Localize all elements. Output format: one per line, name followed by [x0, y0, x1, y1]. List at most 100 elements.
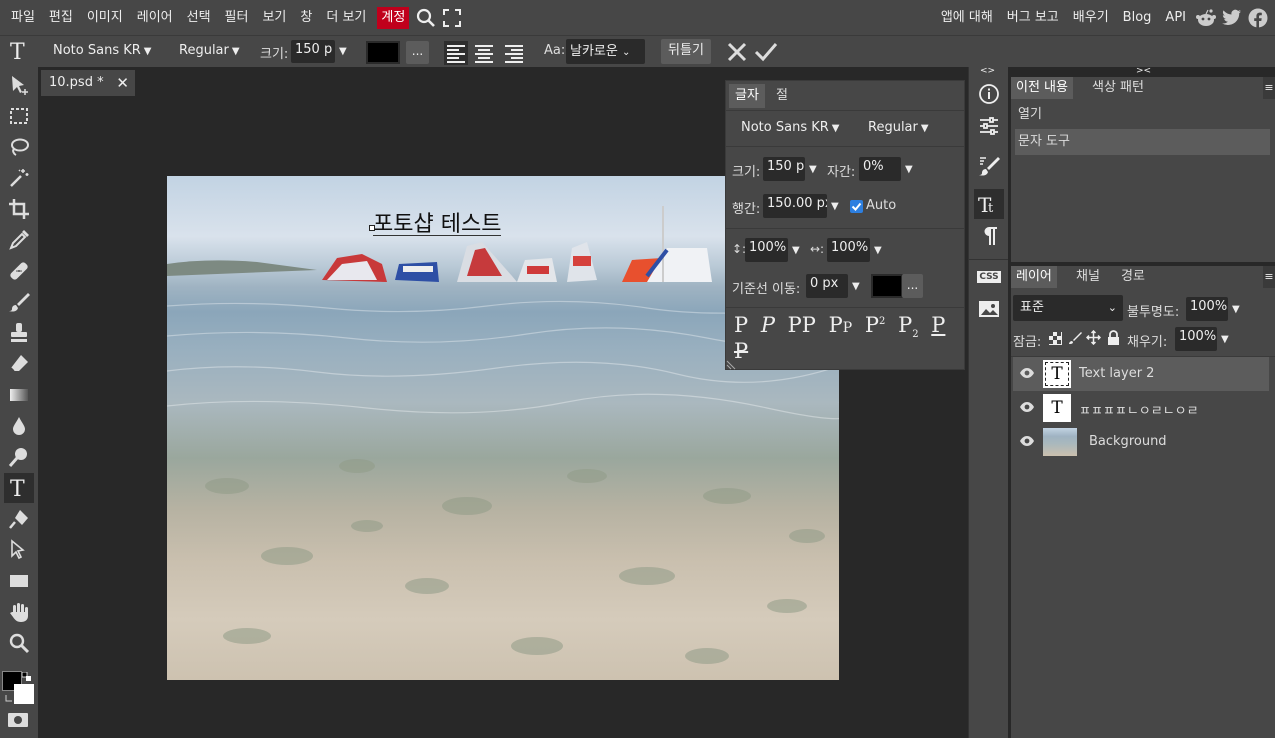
char-size-dropdown[interactable]: ▼ [806, 161, 817, 176]
menu-layer[interactable]: 레이어 [130, 7, 180, 29]
history-item[interactable]: 열기 [1015, 102, 1270, 128]
menu-window[interactable]: 창 [293, 7, 319, 29]
clone-stamp-icon[interactable] [4, 318, 34, 348]
baseline-shift-input[interactable]: 0 px [806, 274, 848, 298]
facebook-icon[interactable] [1245, 5, 1271, 31]
align-left-icon[interactable] [444, 41, 468, 65]
lasso-tool-icon[interactable] [4, 132, 34, 162]
visibility-eye-icon[interactable] [1019, 367, 1035, 383]
tab-character[interactable]: 글자 [729, 84, 765, 108]
menu-edit[interactable]: 편집 [42, 7, 80, 29]
brush-tool-icon[interactable] [4, 287, 34, 317]
warp-button[interactable]: 뒤틀기 [661, 39, 711, 64]
menu-file[interactable]: 파일 [4, 7, 42, 29]
history-menu-icon[interactable]: ≡ [1263, 77, 1275, 99]
options-more-button[interactable]: ... [406, 41, 429, 64]
document-tab[interactable]: 10.psd * ✕ [41, 70, 135, 96]
tab-swatches[interactable]: 색상 패턴 [1087, 77, 1149, 99]
blend-mode-select[interactable]: 표준 ⌄ [1013, 295, 1123, 321]
menu-filter[interactable]: 필터 [218, 7, 256, 29]
text-color-swatch[interactable] [366, 41, 400, 64]
menu-view[interactable]: 보기 [255, 7, 293, 29]
char-more-button[interactable]: ... [902, 274, 923, 298]
menu-learn[interactable]: 배우기 [1066, 7, 1116, 29]
tab-paths[interactable]: 경로 [1116, 266, 1150, 288]
vertical-scale-dropdown[interactable]: ▼ [789, 242, 800, 257]
fullscreen-icon[interactable] [439, 5, 465, 31]
menu-more[interactable]: 더 보기 [319, 7, 373, 29]
canvas-text-layer[interactable]: 포토샵 테스트 [373, 206, 502, 237]
info-icon[interactable] [974, 79, 1004, 109]
history-item-active[interactable]: 문자 도구 [1015, 129, 1270, 155]
layers-menu-icon[interactable]: ≡ [1263, 266, 1275, 288]
leading-input[interactable]: 150.00 px [763, 194, 827, 218]
healing-brush-icon[interactable] [4, 256, 34, 286]
font-size-input[interactable]: 150 p [291, 40, 335, 63]
resize-grip-icon[interactable] [726, 359, 736, 374]
expand-panels-icon[interactable]: >< [1136, 66, 1151, 76]
char-color-swatch[interactable] [871, 274, 903, 298]
marquee-tool-icon[interactable] [4, 101, 34, 131]
reset-colors-icon[interactable] [5, 691, 13, 706]
crop-tool-icon[interactable] [4, 194, 34, 224]
type-tool-button[interactable]: T [4, 473, 34, 503]
pen-tool-icon[interactable] [4, 504, 34, 534]
tracking-dropdown[interactable]: ▼ [902, 161, 913, 176]
tab-channels[interactable]: 채널 [1071, 266, 1105, 288]
menu-about[interactable]: 앱에 대해 [934, 7, 1000, 29]
dodge-tool-icon[interactable] [4, 442, 34, 472]
menu-image[interactable]: 이미지 [80, 7, 130, 29]
lock-all-icon[interactable] [1107, 330, 1120, 349]
text-anchor-handle[interactable] [369, 225, 375, 231]
small-caps-icon[interactable]: PP [829, 313, 853, 337]
baseline-shift-dropdown[interactable]: ▼ [849, 278, 860, 293]
tab-layers[interactable]: 레이어 [1011, 266, 1057, 288]
faux-bold-icon[interactable]: P [734, 313, 748, 337]
swap-colors-icon[interactable] [21, 671, 32, 681]
lock-pixels-icon[interactable] [1068, 331, 1082, 349]
css-panel-icon[interactable]: CSS [974, 262, 1004, 292]
menu-blog[interactable]: Blog [1116, 7, 1159, 29]
zoom-tool-icon[interactable] [4, 628, 34, 658]
blur-tool-icon[interactable] [4, 411, 34, 441]
move-tool-icon[interactable] [4, 70, 34, 100]
search-icon[interactable] [413, 5, 439, 31]
magic-wand-icon[interactable] [4, 163, 34, 193]
image-panel-icon[interactable] [974, 294, 1004, 324]
underline-icon[interactable]: P [931, 313, 945, 337]
subscript-icon[interactable]: P2 [898, 313, 919, 340]
lock-position-icon[interactable] [1085, 329, 1102, 349]
tab-paragraph[interactable]: 절 [776, 84, 788, 108]
fill-input[interactable]: 100% [1175, 327, 1217, 351]
commit-icon[interactable] [754, 41, 778, 67]
paragraph-panel-icon[interactable] [974, 221, 1004, 251]
close-tab-icon[interactable]: ✕ [116, 70, 129, 96]
lock-transparency-icon[interactable] [1049, 332, 1062, 349]
eyedropper-icon[interactable] [4, 225, 34, 255]
menu-account[interactable]: 계정 [377, 6, 410, 29]
layer-row-text-layer-1[interactable]: T ㅍㅍㅍㅍㄴㅇㄹㄴㅇㄹ [1013, 391, 1269, 425]
gradient-tool-icon[interactable] [4, 380, 34, 410]
brush-settings-icon[interactable] [974, 151, 1004, 181]
character-panel-icon[interactable]: Tt [974, 189, 1004, 219]
reddit-icon[interactable] [1193, 5, 1219, 31]
leading-dropdown[interactable]: ▼ [828, 198, 839, 213]
tab-history[interactable]: 이전 내용 [1011, 77, 1073, 99]
vertical-scale-input[interactable]: 100% [745, 238, 788, 262]
font-style-dropdown[interactable]: Regular ▼ [179, 43, 240, 58]
char-font-style-dropdown[interactable]: Regular ▼ [868, 120, 929, 135]
superscript-icon[interactable]: P2 [865, 313, 886, 337]
twitter-icon[interactable] [1219, 5, 1245, 31]
menu-select[interactable]: 선택 [180, 7, 218, 29]
collapse-panels-icon[interactable]: <> [980, 66, 995, 76]
char-font-family-dropdown[interactable]: Noto Sans KR ▼ [741, 120, 840, 135]
cancel-icon[interactable] [726, 41, 748, 67]
font-size-dropdown[interactable]: ▼ [336, 43, 347, 58]
leading-auto-checkbox[interactable] [850, 200, 863, 213]
layer-row-text-layer-2[interactable]: T Text layer 2 [1013, 357, 1269, 391]
visibility-eye-icon[interactable] [1019, 401, 1035, 417]
opacity-input[interactable]: 100% [1186, 297, 1228, 321]
visibility-eye-icon[interactable] [1019, 435, 1035, 451]
horizontal-scale-input[interactable]: 100% [827, 238, 870, 262]
menu-api[interactable]: API [1158, 7, 1193, 29]
